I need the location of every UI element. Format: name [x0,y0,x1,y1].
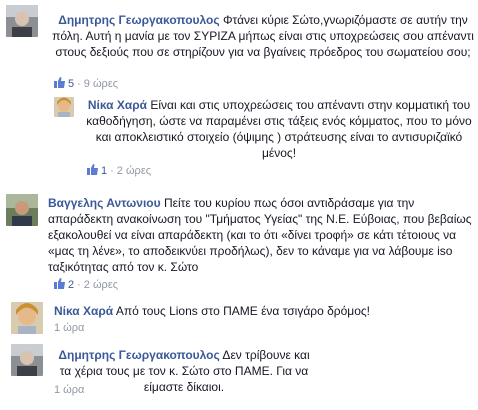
like-count[interactable]: 1 [101,165,107,177]
thumbs-up-icon [54,77,65,88]
avatar[interactable] [11,302,43,334]
avatar-photo-icon [11,302,43,334]
timestamp[interactable]: 2 ώρες [117,165,151,177]
thumbs-up-icon [54,278,65,289]
avatar[interactable] [6,194,38,226]
avatar-photo-icon [6,5,38,37]
comment-author[interactable]: Νίκα Χαρά [88,98,147,112]
comment-meta: 2 · 2 ώρες [54,278,118,292]
timestamp[interactable]: 9 ώρες [84,78,118,90]
comment-author[interactable]: Δημητρης Γεωργακοπουλος [58,348,219,362]
comment-meta: 1 · 2 ώρες [87,164,151,178]
timestamp[interactable]: 1 ώρα [54,322,84,334]
timestamp[interactable]: 1 ώρα [54,384,84,396]
separator: · [110,165,114,177]
avatar[interactable] [11,344,43,376]
like-count[interactable]: 2 [68,279,74,291]
like-count[interactable]: 5 [68,78,74,90]
avatar-photo-icon [54,97,74,117]
avatar-photo-icon [6,194,38,226]
avatar-photo-icon [11,344,43,376]
comment-meta: 1 ώρα [54,383,84,397]
comment-meta: 1 ώρα [54,321,84,335]
comment-meta: 5 · 9 ώρες [54,77,118,91]
timestamp[interactable]: 2 ώρες [84,279,118,291]
thumbs-up-icon [87,164,98,175]
separator: · [77,78,81,90]
comment-author[interactable]: Δημητρης Γεωργακοπουλος [58,13,219,27]
avatar[interactable] [54,97,74,117]
separator: · [77,279,81,291]
comment-author[interactable]: Βαγγελης Αντωνιου [48,196,161,210]
avatar[interactable] [6,5,38,37]
comment-text: Από τους Lions στο ΠΑΜΕ ένα τσιγάρο δρόμ… [115,304,371,318]
comment-author[interactable]: Νίκα Χαρά [54,304,113,318]
